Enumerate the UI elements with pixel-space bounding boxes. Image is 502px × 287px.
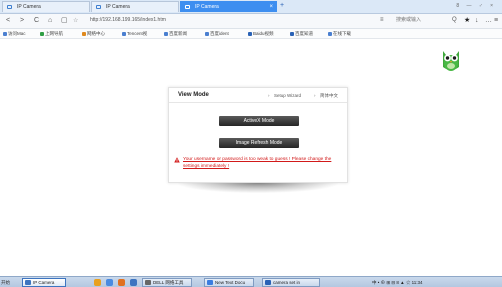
taskbar-item-label: New Text Docu <box>215 280 246 285</box>
more-icon[interactable]: … <box>485 16 492 25</box>
system-tray[interactable]: 中 • ⊕ ⊞ ⊟ 8 ▲ ☆ 11:34 <box>372 278 423 287</box>
bookmark-item[interactable]: 百度知道 <box>290 29 313 38</box>
bookmark-item[interactable]: 网络中心 <box>82 29 105 38</box>
bookmark-item[interactable]: 访问Mac <box>3 29 26 38</box>
quick-launch-app-icon[interactable] <box>118 279 125 286</box>
view-mode-panel: View Mode › Setup Wizard › 简体中文 ActiveX … <box>168 87 348 183</box>
address-bar[interactable] <box>80 16 370 25</box>
weak-password-warning: Your username or password is too weak to… <box>183 156 345 170</box>
panel-shadow <box>178 183 338 193</box>
bookmark-label: 网络中心 <box>87 31 105 36</box>
browser-window: IP Camera IP Camera IP Camera × + 8 — ♂ … <box>0 0 502 287</box>
quick-launch-folder-icon[interactable] <box>94 279 101 286</box>
taskbar-item-text-doc[interactable]: New Text Docu <box>204 278 254 287</box>
document-icon <box>207 280 213 285</box>
bookmark-item[interactable]: Baidu视频 <box>248 29 274 38</box>
image-refresh-mode-button[interactable]: Image Refresh Mode <box>219 138 299 148</box>
bookmark-label: Baidu视频 <box>253 31 274 36</box>
bookmarks-bar: 访问Mac 上网导航 网络中心 Tencent视 百度新闻 百度ident Ba… <box>0 29 502 39</box>
panel-header: View Mode › Setup Wizard › 简体中文 <box>169 88 347 103</box>
tab-ip-camera-active[interactable]: IP Camera × <box>180 1 277 12</box>
page-icon <box>7 5 12 9</box>
start-button[interactable]: 开始 <box>1 278 10 287</box>
bookmark-item[interactable]: 上网导航 <box>40 29 63 38</box>
quick-launch-explorer-icon[interactable] <box>130 279 137 286</box>
taskbar-item-label: IP Camera <box>33 280 55 285</box>
bookmark-item[interactable]: Tencent视 <box>122 29 147 38</box>
activex-mode-button[interactable]: ActiveX Mode <box>219 116 299 126</box>
search-icon[interactable]: Q <box>452 16 457 25</box>
taskbar-item-label: camera set in <box>273 280 301 285</box>
chevron-right-icon: › <box>268 93 270 98</box>
security-icon: ☆ <box>73 18 79 24</box>
page-icon <box>185 5 190 9</box>
bookmark-icon <box>328 31 332 36</box>
window-controls[interactable]: 8 — ♂ × <box>456 1 496 11</box>
bookmark-label: 在线下载 <box>333 31 351 36</box>
search-input[interactable] <box>394 16 454 25</box>
tab-ip-camera-2[interactable]: IP Camera <box>91 1 179 12</box>
taskbar-item-label: DELL 网络工具 <box>153 280 184 285</box>
warning-link[interactable]: Your username or password is too weak to… <box>183 157 331 169</box>
home-button[interactable]: ⌂ <box>48 16 52 25</box>
navigation-bar: < > C ⌂ ▢ ☆ ≡ Q ★ ↓ … ≡ <box>0 14 502 29</box>
bookmark-icon <box>164 31 168 36</box>
refresh-button[interactable]: C <box>34 16 39 25</box>
forward-button[interactable]: > <box>20 16 24 25</box>
owl-mascot-icon <box>443 51 459 71</box>
tab-bar: IP Camera IP Camera IP Camera × + 8 — ♂ … <box>0 0 502 14</box>
panel-title: View Mode <box>178 92 209 98</box>
bookmark-item[interactable]: 百度新闻 <box>164 29 187 38</box>
taskbar-item-camera-set[interactable]: camera set in <box>262 278 320 287</box>
reader-icon[interactable]: ▢ <box>61 16 68 25</box>
menu-icon[interactable]: ≡ <box>494 16 498 25</box>
bookmark-item[interactable]: 在线下载 <box>328 29 351 38</box>
language-link[interactable]: 简体中文 <box>320 92 338 99</box>
bookmark-icon <box>205 31 209 36</box>
app-icon <box>145 280 151 285</box>
bookmark-icon <box>82 31 86 36</box>
bookmark-label: Tencent视 <box>127 31 148 36</box>
tab-ip-camera-1[interactable]: IP Camera <box>2 1 90 12</box>
bookmark-label: 访问Mac <box>8 31 26 36</box>
browser-icon <box>25 280 31 285</box>
page-icon <box>96 5 101 9</box>
dropdown-icon[interactable]: ≡ <box>380 16 384 25</box>
new-tab-button[interactable]: + <box>280 1 284 11</box>
taskbar-item-ip-camera[interactable]: IP Camera <box>22 278 66 287</box>
chevron-right-icon: › <box>314 93 316 98</box>
bookmark-icon <box>122 31 126 36</box>
bookmark-item[interactable]: 百度ident <box>205 29 229 38</box>
warning-icon <box>174 157 180 163</box>
tab-label: IP Camera <box>17 4 41 10</box>
tab-label: IP Camera <box>106 4 130 10</box>
word-icon <box>265 280 271 285</box>
back-button[interactable]: < <box>6 16 10 25</box>
bookmark-star-icon[interactable]: ★ <box>464 16 470 25</box>
bookmark-label: 百度新闻 <box>169 31 187 36</box>
tab-label: IP Camera <box>195 4 219 10</box>
quick-launch-browser-icon[interactable] <box>106 279 113 286</box>
download-icon[interactable]: ↓ <box>475 16 479 25</box>
setup-wizard-link[interactable]: Setup Wizard <box>274 92 301 99</box>
taskbar-item-dell[interactable]: DELL 网络工具 <box>142 278 192 287</box>
bookmark-label: 百度知道 <box>295 31 313 36</box>
close-tab-icon[interactable]: × <box>269 2 273 12</box>
bookmark-icon <box>290 31 294 36</box>
bookmark-label: 上网导航 <box>45 31 63 36</box>
bookmark-icon <box>3 31 7 36</box>
taskbar: 开始 IP Camera DELL 网络工具 New Text Docu cam… <box>0 276 502 287</box>
bookmark-label: 百度ident <box>210 31 229 36</box>
bookmark-icon <box>40 31 44 36</box>
bookmark-icon <box>248 31 252 36</box>
